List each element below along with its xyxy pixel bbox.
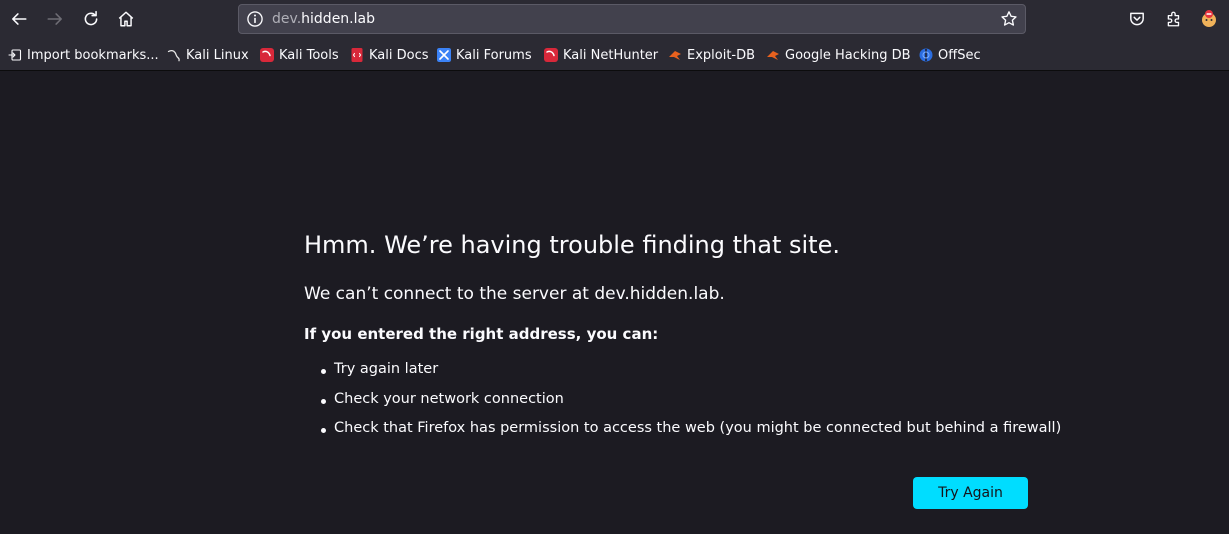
bookmarks-toolbar: Import bookmarks... Kali Linux Kali Tool… bbox=[0, 40, 1229, 71]
avatar-icon bbox=[1202, 10, 1216, 27]
bookmark-label: Kali NetHunter bbox=[563, 47, 659, 63]
star-icon[interactable] bbox=[1000, 10, 1018, 28]
error-tips-list: Try again later Check your network conne… bbox=[320, 361, 1061, 450]
pocket-button[interactable] bbox=[1122, 4, 1152, 34]
bookmark-label: Kali Tools bbox=[279, 47, 339, 63]
extensions-button[interactable] bbox=[1159, 4, 1189, 34]
error-subtitle: We can’t connect to the server at dev.hi… bbox=[304, 284, 725, 304]
bookmark-label: Import bookmarks... bbox=[27, 47, 159, 63]
address-bar[interactable]: dev.hidden.lab bbox=[238, 4, 1026, 34]
exploit-db-icon bbox=[669, 51, 681, 60]
bookmark-label: OffSec bbox=[938, 47, 981, 63]
try-again-button[interactable]: Try Again bbox=[913, 477, 1028, 509]
bookmark-label: Exploit-DB bbox=[687, 47, 756, 63]
bookmark-label: Kali Linux bbox=[186, 47, 249, 63]
url-domain: hidden.lab bbox=[301, 11, 375, 27]
forward-button[interactable] bbox=[40, 4, 70, 34]
url-text[interactable]: dev.hidden.lab bbox=[272, 11, 375, 27]
kali-tools-icon bbox=[260, 48, 274, 62]
browser-toolbar: dev.hidden.lab bbox=[0, 0, 1229, 40]
kali-forums-icon bbox=[437, 48, 451, 62]
bookmark-offsec[interactable]: OffSec bbox=[919, 46, 981, 64]
bookmark-kali-linux[interactable]: Kali Linux bbox=[167, 46, 249, 64]
reload-icon bbox=[84, 10, 98, 26]
bookmark-kali-nethunter[interactable]: Kali NetHunter bbox=[544, 46, 658, 64]
info-icon[interactable] bbox=[246, 10, 264, 28]
error-page: Hmm. We’re having trouble finding that s… bbox=[0, 71, 1229, 534]
error-title: Hmm. We’re having trouble finding that s… bbox=[304, 231, 840, 259]
list-item: Check that Firefox has permission to acc… bbox=[320, 420, 1061, 450]
account-button[interactable] bbox=[1194, 4, 1224, 34]
bookmark-kali-forums[interactable]: Kali Forums bbox=[437, 46, 532, 64]
bookmark-import[interactable]: Import bookmarks... bbox=[8, 46, 159, 64]
bookmark-label: Kali Docs bbox=[369, 47, 429, 63]
bookmark-kali-docs[interactable]: Kali Docs bbox=[350, 46, 429, 64]
import-icon bbox=[8, 49, 22, 61]
url-subdomain: dev. bbox=[272, 11, 302, 27]
arrow-right-icon bbox=[47, 13, 62, 25]
home-icon bbox=[118, 11, 134, 27]
home-button[interactable] bbox=[111, 4, 141, 34]
bookmark-label: Kali Forums bbox=[456, 47, 532, 63]
ghdb-icon bbox=[767, 51, 779, 60]
kali-nethunter-icon bbox=[544, 48, 558, 62]
offsec-icon bbox=[919, 48, 933, 62]
bookmark-ghdb[interactable]: Google Hacking DB bbox=[766, 46, 911, 64]
reload-button[interactable] bbox=[76, 4, 106, 34]
kali-dragon-icon bbox=[167, 49, 180, 62]
error-intro: If you entered the right address, you ca… bbox=[304, 325, 659, 343]
back-button[interactable] bbox=[4, 4, 34, 34]
bookmark-label: Google Hacking DB bbox=[785, 47, 911, 63]
puzzle-icon bbox=[1167, 11, 1180, 27]
pocket-icon bbox=[1130, 12, 1144, 26]
arrow-left-icon bbox=[12, 13, 27, 25]
bookmark-exploit-db[interactable]: Exploit-DB bbox=[668, 46, 755, 64]
list-item: Try again later bbox=[320, 361, 1061, 391]
bookmark-kali-tools[interactable]: Kali Tools bbox=[260, 46, 339, 64]
list-item: Check your network connection bbox=[320, 391, 1061, 421]
kali-docs-icon bbox=[351, 48, 363, 62]
